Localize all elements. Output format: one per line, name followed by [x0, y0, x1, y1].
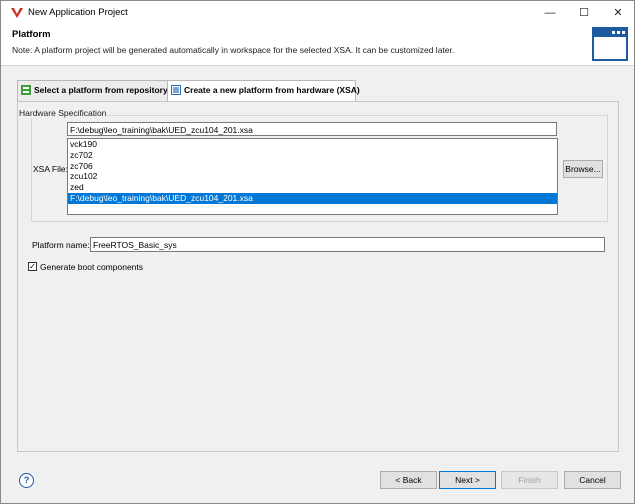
xsa-file-combobox[interactable]: F:\debug\leo_training\bak\UED_zcu104_201…	[67, 122, 557, 136]
browse-button[interactable]: Browse...	[563, 160, 603, 178]
window-title: New Application Project	[28, 7, 128, 18]
page-description: Note: A platform project will be generat…	[12, 45, 455, 55]
close-button[interactable]: ✕	[601, 1, 635, 25]
dropdown-option[interactable]: zc706	[68, 161, 557, 172]
tab-create-from-xsa[interactable]: Create a new platform from hardware (XSA…	[167, 80, 360, 102]
dropdown-option[interactable]: vck190	[68, 139, 557, 150]
dropdown-option-selected[interactable]: F:\debug\leo_training\bak\UED_zcu104_201…	[68, 192, 557, 204]
hardware-platform-icon	[171, 85, 181, 95]
vitis-logo-icon	[11, 8, 23, 18]
next-button[interactable]: Next >	[439, 471, 496, 489]
platform-repository-icon	[21, 85, 31, 95]
generate-boot-checkbox[interactable]: ✓	[28, 262, 37, 271]
minimize-button[interactable]: —	[533, 1, 567, 25]
finish-button[interactable]: Finish	[501, 471, 558, 489]
page-title: Platform	[12, 29, 51, 40]
wizard-header: Platform Note: A platform project will b…	[1, 25, 634, 66]
dropdown-option[interactable]: zcu102	[68, 171, 557, 182]
platform-name-label: Platform name:	[32, 240, 90, 250]
tab-bar: Select a platform from repository Create…	[17, 80, 617, 102]
cancel-button[interactable]: Cancel	[564, 471, 621, 489]
help-icon[interactable]: ?	[19, 473, 34, 488]
dropdown-option[interactable]: zed	[68, 182, 557, 193]
tab-label: Create a new platform from hardware (XSA…	[184, 85, 360, 95]
title-bar: New Application Project — ☐ ✕	[1, 1, 634, 25]
dialog-window: New Application Project — ☐ ✕ Platform N…	[0, 0, 635, 504]
xsa-file-label: XSA File:	[33, 164, 68, 174]
back-button[interactable]: < Back	[380, 471, 437, 489]
wizard-banner-icon	[592, 27, 628, 61]
generate-boot-label: Generate boot components	[40, 262, 144, 272]
maximize-button[interactable]: ☐	[567, 1, 601, 25]
tab-select-repository[interactable]: Select a platform from repository	[17, 80, 169, 101]
dropdown-option[interactable]: zc702	[68, 150, 557, 161]
platform-name-input[interactable]	[90, 237, 605, 252]
hardware-spec-label: Hardware Specification	[18, 108, 108, 118]
tab-label: Select a platform from repository	[34, 85, 168, 95]
xsa-file-dropdown[interactable]: vck190 zc702 zc706 zcu102 zed F:\debug\l…	[67, 138, 558, 215]
